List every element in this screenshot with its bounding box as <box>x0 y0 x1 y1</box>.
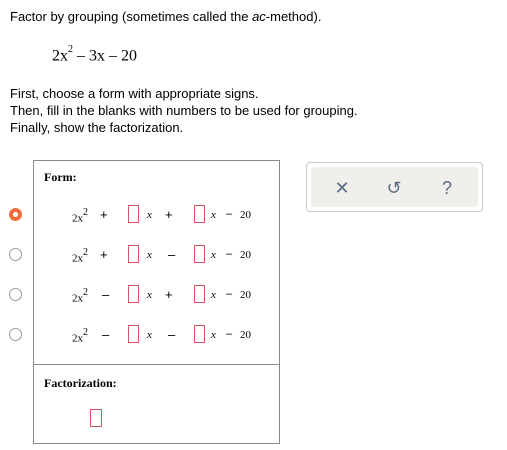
blank-input-2[interactable] <box>194 205 205 223</box>
blank-input-1[interactable] <box>128 245 139 263</box>
instruction-line: Then, fill in the blanks with numbers to… <box>10 103 358 118</box>
constant: 20 <box>240 289 251 301</box>
sign-3: – <box>226 248 233 260</box>
radio-unselected[interactable] <box>9 328 22 341</box>
sign-2: – <box>168 247 176 262</box>
toolbar-inner: ✕ ↺ ? <box>311 167 478 207</box>
blank-input-1[interactable] <box>128 205 139 223</box>
radio-selected[interactable] <box>9 208 22 221</box>
blank-input-1[interactable] <box>128 325 139 343</box>
problem-intro: Factor by grouping (sometimes called the… <box>10 9 322 24</box>
sign-1: + <box>100 247 108 262</box>
constant: 20 <box>240 249 251 261</box>
term-2x2: 2x2 <box>72 247 88 265</box>
radio-unselected[interactable] <box>9 288 22 301</box>
answer-toolbar: ✕ ↺ ? <box>306 162 483 212</box>
blank-input-2[interactable] <box>194 325 205 343</box>
sign-3: – <box>226 208 233 220</box>
blank-input-2[interactable] <box>194 285 205 303</box>
sign-3: – <box>226 328 233 340</box>
constant: 20 <box>240 329 251 341</box>
form-option-2[interactable]: 2x2 + x – x – 20 <box>9 244 279 268</box>
form-label: Form: <box>44 170 77 184</box>
divider <box>34 364 279 365</box>
sign-1: – <box>102 287 110 302</box>
term-2x2: 2x2 <box>72 207 88 225</box>
variable-x: x <box>211 289 216 301</box>
sign-1: + <box>100 207 108 222</box>
instructions: First, choose a form with appropriate si… <box>10 85 358 136</box>
form-option-4[interactable]: 2x2 – x – x – 20 <box>9 324 279 348</box>
form-option-1[interactable]: 2x2 + x + x – 20 <box>9 204 279 228</box>
help-icon[interactable]: ? <box>435 176 459 200</box>
variable-x: x <box>211 249 216 261</box>
blank-input-2[interactable] <box>194 245 205 263</box>
variable-x: x <box>211 209 216 221</box>
answer-panel: Form: 2x2 + x + x – 20 2x2 + x – x – 20 … <box>9 160 280 444</box>
radio-unselected[interactable] <box>9 248 22 261</box>
sign-2: – <box>168 327 176 342</box>
undo-icon[interactable]: ↺ <box>382 176 406 200</box>
problem-expression: 2x2 – 3x – 20 <box>52 44 137 65</box>
factorization-label: Factorization: <box>44 376 117 390</box>
form-option-3[interactable]: 2x2 – x + x – 20 <box>9 284 279 308</box>
term-2x2: 2x2 <box>72 287 88 305</box>
clear-icon[interactable]: ✕ <box>330 176 354 200</box>
term-2x2: 2x2 <box>72 327 88 345</box>
variable-x: x <box>147 289 152 301</box>
factorization-input[interactable] <box>90 409 102 427</box>
sign-2: + <box>165 207 173 222</box>
variable-x: x <box>147 329 152 341</box>
sign-1: – <box>102 327 110 342</box>
constant: 20 <box>240 209 251 221</box>
sign-2: + <box>165 287 173 302</box>
sign-3: – <box>226 288 233 300</box>
instruction-line: First, choose a form with appropriate si… <box>10 86 259 101</box>
variable-x: x <box>147 249 152 261</box>
variable-x: x <box>211 329 216 341</box>
variable-x: x <box>147 209 152 221</box>
instruction-line: Finally, show the factorization. <box>10 120 184 135</box>
blank-input-1[interactable] <box>128 285 139 303</box>
